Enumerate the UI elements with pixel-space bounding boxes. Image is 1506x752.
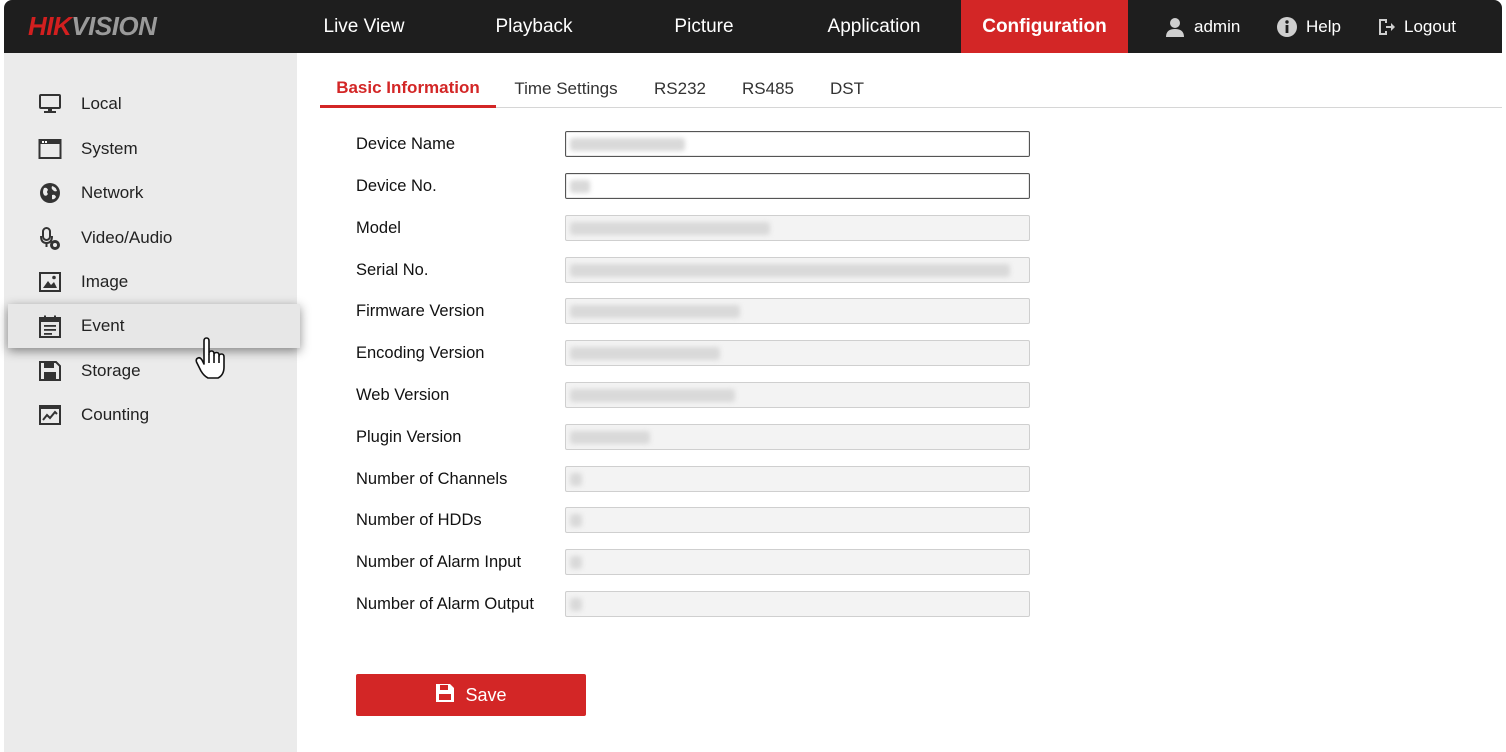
logo-part-vision: VISION: [71, 11, 157, 41]
number-of-alarm-output-label: Number of Alarm Output: [356, 595, 534, 613]
nav-configuration[interactable]: Configuration: [961, 0, 1128, 53]
number-of-alarm-output-field: [565, 591, 1030, 617]
tab-rs232[interactable]: RS232: [646, 66, 714, 108]
web-version-field: [565, 382, 1030, 408]
redacted-value: [570, 473, 582, 486]
model-label: Model: [356, 219, 401, 237]
encoding-version-label: Encoding Version: [356, 344, 485, 362]
redacted-value: [570, 180, 590, 193]
logout-link[interactable]: Logout: [1376, 0, 1456, 53]
redacted-value: [570, 598, 582, 611]
info-icon: [1276, 16, 1298, 38]
redacted-value: [570, 556, 582, 569]
device-name-field[interactable]: [565, 131, 1030, 157]
sidebar-item-label: Network: [81, 183, 144, 202]
tab-time-settings[interactable]: Time Settings: [506, 66, 626, 108]
sidebar-item-local[interactable]: Local: [4, 82, 297, 126]
sidebar-item-label: Storage: [81, 361, 141, 380]
window-icon: [38, 138, 62, 160]
username-label: admin: [1194, 16, 1241, 36]
tab-basic-information[interactable]: Basic Information: [320, 66, 496, 108]
logout-label: Logout: [1404, 16, 1456, 36]
sidebar-item-label: Local: [81, 94, 122, 113]
user-menu[interactable]: admin: [1164, 0, 1240, 53]
device-no-label: Device No.: [356, 177, 437, 195]
save-button[interactable]: Save: [356, 674, 586, 716]
sidebar-item-event[interactable]: Event: [8, 304, 300, 348]
number-of-hdds-label: Number of HDDs: [356, 511, 482, 529]
sidebar-item-network[interactable]: Network: [4, 171, 297, 215]
sidebar-item-label: Image: [81, 272, 129, 291]
redacted-value: [570, 389, 735, 402]
sidebar-item-image[interactable]: Image: [4, 260, 297, 304]
firmware-version-field: [565, 298, 1030, 324]
help-label: Help: [1306, 16, 1341, 36]
sidebar-item-system[interactable]: System: [4, 127, 297, 171]
logout-icon: [1376, 17, 1396, 37]
redacted-value: [570, 514, 582, 527]
sidebar-item-label: Event: [81, 316, 125, 335]
sidebar-item-storage[interactable]: Storage: [4, 349, 297, 393]
number-of-alarm-input-field: [565, 549, 1030, 575]
sidebar-item-label: System: [81, 139, 138, 158]
serial-no-label: Serial No.: [356, 261, 429, 279]
firmware-version-label: Firmware Version: [356, 302, 485, 320]
serial-no-field: [565, 257, 1030, 283]
nav-application[interactable]: Application: [789, 0, 959, 53]
nav-picture[interactable]: Picture: [619, 0, 789, 53]
user-icon: [1164, 16, 1186, 38]
redacted-value: [570, 347, 720, 360]
redacted-value: [570, 305, 740, 318]
floppy-save-icon: [435, 683, 455, 708]
configuration-tabs: Basic Information Time Settings RS232 RS…: [320, 66, 1502, 108]
device-name-label: Device Name: [356, 135, 456, 153]
image-icon: [38, 271, 62, 293]
sidebar: Local System Network Video/Audio Image E…: [4, 53, 300, 752]
top-navigation-bar: HIKVISION Live View Playback Picture App…: [4, 0, 1502, 53]
model-field: [565, 215, 1030, 241]
save-label: Save: [465, 684, 507, 705]
logo-part-hik: HIK: [28, 11, 72, 41]
sidebar-item-label: Video/Audio: [81, 228, 173, 247]
number-of-alarm-input-label: Number of Alarm Input: [356, 553, 522, 571]
encoding-version-field: [565, 340, 1030, 366]
redacted-value: [570, 222, 770, 235]
web-version-label: Web Version: [356, 386, 450, 404]
number-of-channels-field: [565, 466, 1030, 492]
hikvision-logo: HIKVISION: [28, 10, 157, 42]
chart-icon: [38, 404, 62, 426]
number-of-hdds-field: [565, 507, 1030, 533]
monitor-icon: [38, 93, 62, 115]
tab-rs485[interactable]: RS485: [734, 66, 802, 108]
hand-pointer-cursor-icon: [194, 335, 228, 381]
redacted-value: [570, 431, 650, 444]
sidebar-item-counting[interactable]: Counting: [4, 393, 297, 437]
redacted-value: [570, 138, 685, 151]
sidebar-item-video-audio[interactable]: Video/Audio: [4, 216, 297, 260]
calendar-icon: [38, 315, 62, 338]
floppy-icon: [38, 360, 62, 382]
redacted-value: [570, 264, 1010, 277]
help-link[interactable]: Help: [1276, 0, 1341, 53]
sidebar-item-label: Counting: [81, 405, 150, 424]
nav-live-view[interactable]: Live View: [284, 0, 444, 53]
plugin-version-label: Plugin Version: [356, 428, 462, 446]
device-no-field[interactable]: [565, 173, 1030, 199]
number-of-channels-label: Number of Channels: [356, 470, 508, 488]
globe-icon: [38, 182, 62, 204]
microphone-icon: [38, 227, 62, 250]
nav-playback[interactable]: Playback: [449, 0, 619, 53]
tab-dst[interactable]: DST: [822, 66, 872, 108]
plugin-version-field: [565, 424, 1030, 450]
